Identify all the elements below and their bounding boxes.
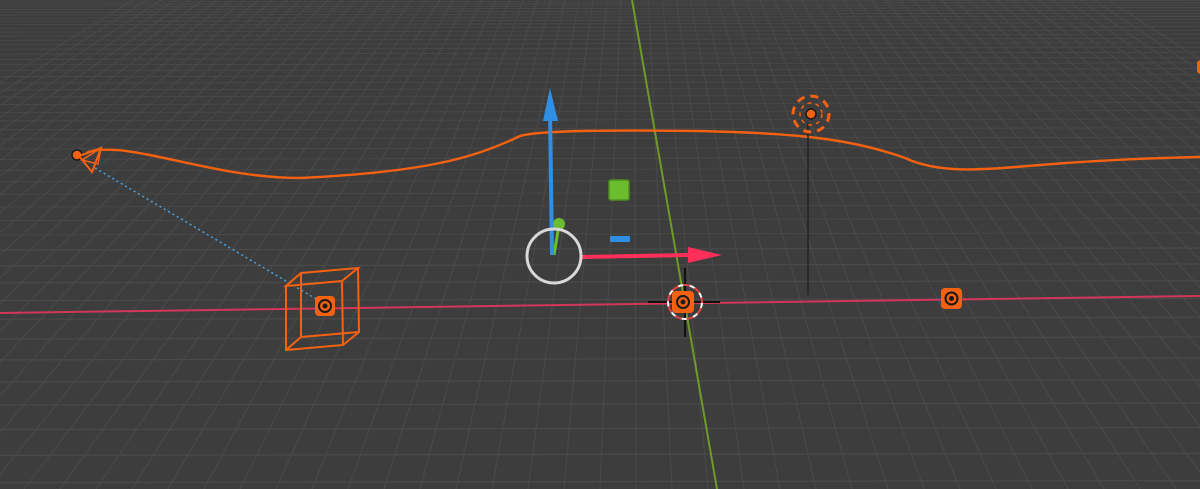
grid-line [0,87,1200,91]
grid-line [982,0,1200,193]
grid-line [0,204,1200,208]
grid-line [0,2,1200,5]
grid-line [1009,0,1200,156]
viewport-canvas[interactable] [0,0,1200,489]
grid-line [275,0,496,489]
floor-grid [0,0,1200,489]
gizmo-xz-plane-handle[interactable] [610,236,630,242]
empty-object[interactable] [941,288,962,309]
grid-line [1037,0,1200,124]
gizmo-x-axis-handle[interactable] [581,253,691,259]
empty-origin-dot [949,296,954,301]
camera-target-line [94,167,319,301]
grid-line [1051,0,1200,110]
grid-line [0,9,1200,13]
grid-line [167,0,455,489]
grid-line [940,0,1200,261]
camera-object[interactable] [71,146,319,301]
grid-line [0,0,162,106]
grid-line [829,0,1141,489]
grid-line [0,0,135,83]
grid-line [0,0,385,475]
grid-line [0,33,1200,37]
grid-line [634,0,637,489]
grid-line [95,0,427,489]
grid-line [1023,0,1200,140]
grid-line [0,42,1200,46]
grid-line [0,218,1200,221]
grid-line [527,0,594,489]
grid-line [759,0,961,489]
grid-line [0,379,1200,383]
grid-line [131,0,441,489]
grid-line [0,0,1200,3]
light-origin [805,108,817,120]
grid-line [563,0,608,489]
grid-line [383,0,538,489]
grid-line [0,146,1200,150]
grid-line [0,12,1200,16]
selected-origin-dot [680,299,686,305]
grid-line [0,56,1200,60]
grid-line [23,0,399,489]
grid-line [0,156,1200,160]
grid-line [599,0,622,489]
grid-line [0,280,1200,284]
grid-line [0,0,176,119]
grid-line [0,22,1200,26]
grid-line [0,357,1200,361]
grid-line [0,94,1200,98]
grid-line [0,0,190,132]
grid-line [0,426,1200,431]
cube-origin-dot [322,303,328,309]
gizmo-z-axis-handle[interactable] [548,108,554,256]
grid-line [0,402,1200,406]
grid-line [0,263,1200,267]
grid-line [815,0,1105,489]
grid-line [0,452,1200,456]
grid-line [0,0,232,178]
grid-line [731,0,889,489]
grid-line [0,336,1200,340]
3d-cursor[interactable] [648,268,720,337]
grid-line [0,0,218,162]
grid-line [0,167,1200,171]
grid-line [968,0,1200,214]
grid-line [0,179,1200,183]
grid-line [0,316,1200,320]
grid-line [787,0,1033,489]
grid-line [0,51,1200,55]
grid-line [0,0,149,94]
grid-line [870,0,1200,428]
grid-line [0,232,1200,236]
grid-line [912,0,1200,318]
grid-line [0,136,1200,140]
3d-viewport[interactable] [0,0,1200,489]
gizmo-view-ring-icon[interactable] [525,227,583,285]
grid-line [648,0,673,489]
gizmo-z-arrow-icon[interactable] [543,88,558,121]
grid-line [419,0,552,489]
grid-line [0,68,1200,72]
grid-line [0,29,1200,33]
x-axis-line [0,295,1200,314]
grid-line [0,247,1200,251]
grid-line [0,102,1200,105]
gizmo-xy-plane-handle[interactable] [608,179,630,201]
grid-line [0,118,1200,122]
grid-line [856,0,1200,474]
grid-line [0,0,260,214]
